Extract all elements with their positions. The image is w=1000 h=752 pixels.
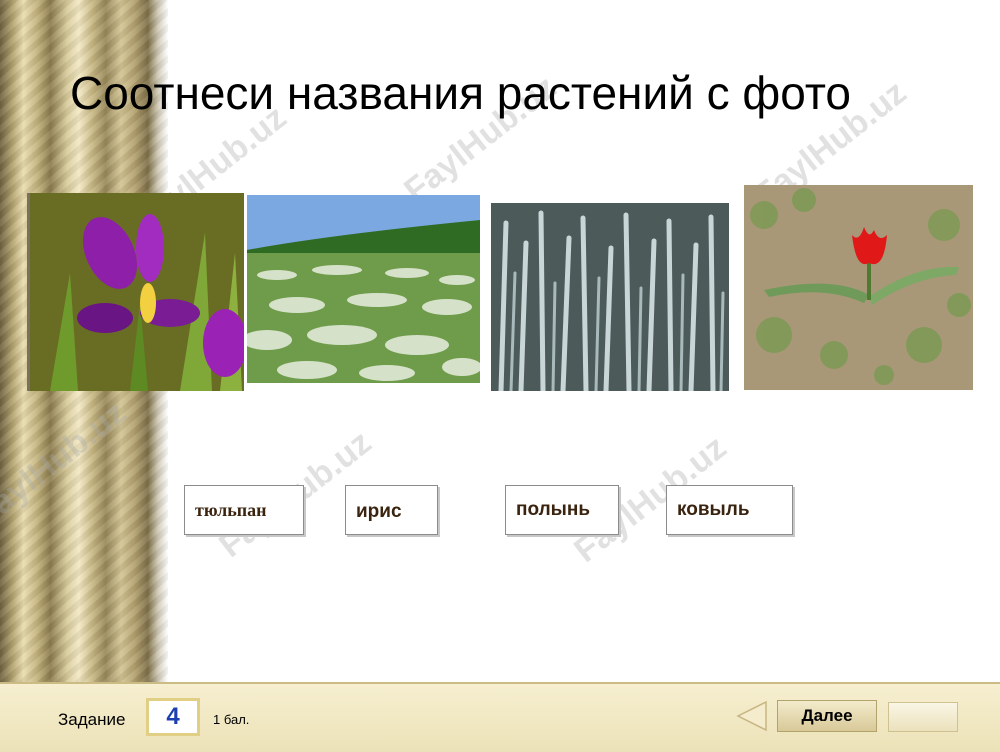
next-button[interactable]: Далее: [777, 700, 877, 732]
page-title: Соотнеси названия растений с фото: [70, 67, 851, 119]
task-label: Задание: [58, 710, 126, 729]
word-card-feather-grass[interactable]: ковыль: [666, 485, 793, 535]
word-card-wormwood[interactable]: полынь: [505, 485, 619, 535]
footer-bar: Задание 4 1 бал. Далее: [0, 682, 1000, 752]
wormwood-photo: [491, 203, 729, 391]
task-number: 4: [146, 698, 200, 736]
feather-grass-photo: [247, 195, 480, 383]
iris-photo: [27, 193, 244, 391]
points-label: 1 бал.: [213, 712, 250, 727]
tulip-photo: [744, 185, 973, 390]
word-card-tulip[interactable]: тюльпан: [184, 485, 304, 535]
word-card-iris[interactable]: ирис: [345, 485, 438, 535]
blank-button[interactable]: [888, 702, 958, 732]
back-arrow-icon[interactable]: [732, 698, 772, 734]
